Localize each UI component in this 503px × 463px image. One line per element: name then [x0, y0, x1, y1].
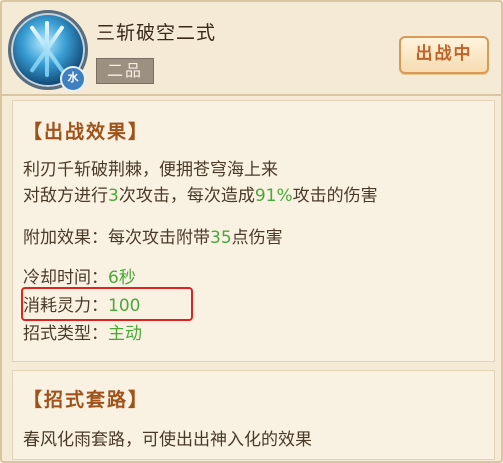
section-title: 【招式套路】	[23, 389, 150, 411]
extra-effect: 附加效果：每次攻击附带35点伤害	[23, 223, 283, 248]
in-battle-button[interactable]: 出战中	[399, 36, 489, 74]
cooldown-label: 冷却时间：	[23, 268, 108, 288]
type-row: 招式类型：主动	[23, 319, 142, 344]
cooldown-row: 冷却时间：6秒	[23, 263, 136, 288]
extra-label: 附加效果：每次攻击附带	[23, 228, 210, 248]
section-title: 【出战效果】	[23, 121, 150, 143]
type-value: 主动	[108, 324, 142, 344]
cooldown-value: 6秒	[108, 268, 136, 288]
extra-damage-value: 35	[210, 228, 232, 248]
damage-percent: 91%	[254, 186, 293, 206]
skill-detail-panel: 水 三斩破空二式 二品 出战中 【出战效果】 利刃千斩破荆棘，便拥苍穹海上来 对…	[0, 0, 503, 463]
highlight-box	[21, 287, 193, 321]
grade-badge: 二品	[96, 58, 154, 84]
attack-text: 对敌方进行	[23, 186, 108, 206]
skill-name: 三斩破空二式	[96, 22, 217, 44]
battle-effect-section: 【出战效果】 利刃千斩破荆棘，便拥苍穹海上来 对敌方进行3次攻击，每次造成91%…	[12, 100, 495, 362]
attack-text: 次攻击，每次造成	[118, 186, 255, 206]
attack-description: 对敌方进行3次攻击，每次造成91%攻击的伤害	[23, 181, 378, 206]
attack-count: 3	[108, 186, 119, 206]
effect-description: 利刃千斩破荆棘，便拥苍穹海上来	[23, 160, 278, 180]
type-label: 招式类型：	[23, 324, 108, 344]
skill-header: 水 三斩破空二式 二品 出战中	[2, 2, 501, 96]
extra-suffix: 点伤害	[231, 228, 283, 248]
routine-section: 【招式套路】 春风化雨套路，可使出出神入化的效果	[12, 370, 495, 460]
routine-description: 春风化雨套路，可使出出神入化的效果	[23, 430, 312, 450]
attack-text: 攻击的伤害	[292, 186, 378, 206]
water-element-badge: 水	[60, 66, 86, 92]
